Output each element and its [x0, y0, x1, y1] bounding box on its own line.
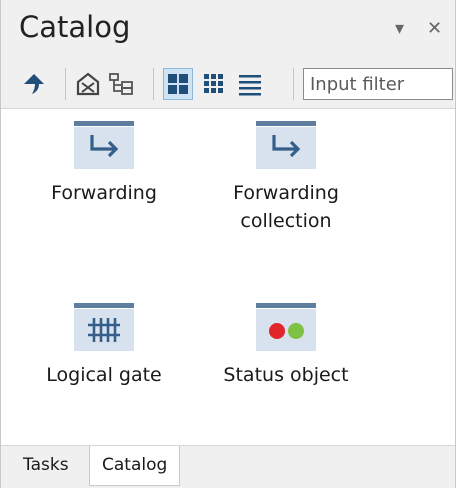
catalog-item-logical-gate[interactable]: Logical gate [19, 303, 189, 389]
catalog-item-status-object[interactable]: Status object [201, 303, 371, 389]
up-arrow-icon[interactable] [19, 68, 49, 100]
item-label: Status object [223, 364, 349, 386]
tab-catalog[interactable]: Catalog [89, 446, 181, 486]
list-view-icon[interactable] [235, 68, 265, 100]
home-catalog-icon[interactable] [73, 68, 103, 100]
item-label: Forwarding collection [233, 182, 339, 232]
toolbar-separator [65, 68, 66, 100]
forwarding-icon [74, 121, 134, 169]
catalog-item-forwarding[interactable]: Forwarding [19, 121, 189, 207]
tab-tasks[interactable]: Tasks [11, 446, 81, 486]
panel-title: Catalog [19, 10, 131, 44]
catalog-item-forwarding-collection[interactable]: Forwarding collection [201, 121, 371, 235]
panel-header: Catalog ▾ ✕ [1, 0, 455, 62]
small-icons-view-icon[interactable] [199, 68, 229, 100]
item-label: Forwarding [51, 182, 157, 204]
chevron-down-icon[interactable]: ▾ [395, 18, 404, 39]
large-icons-view-icon[interactable] [163, 68, 193, 100]
close-icon[interactable]: ✕ [427, 18, 442, 39]
bottom-tab-bar: Tasks Catalog [1, 446, 455, 488]
catalog-items-area: Forwarding Forwarding collection Logical… [1, 108, 455, 446]
filter-input[interactable] [303, 68, 453, 100]
toolbar-separator [293, 68, 294, 100]
toolbar [1, 64, 455, 108]
tree-view-icon[interactable] [107, 68, 137, 100]
forwarding-collection-icon [256, 121, 316, 169]
item-label: Logical gate [46, 364, 162, 386]
toolbar-separator [153, 68, 154, 100]
catalog-panel: Catalog ▾ ✕ Input filter Forwarding Forw… [0, 0, 456, 488]
status-object-icon [256, 303, 316, 351]
logical-gate-icon [74, 303, 134, 351]
